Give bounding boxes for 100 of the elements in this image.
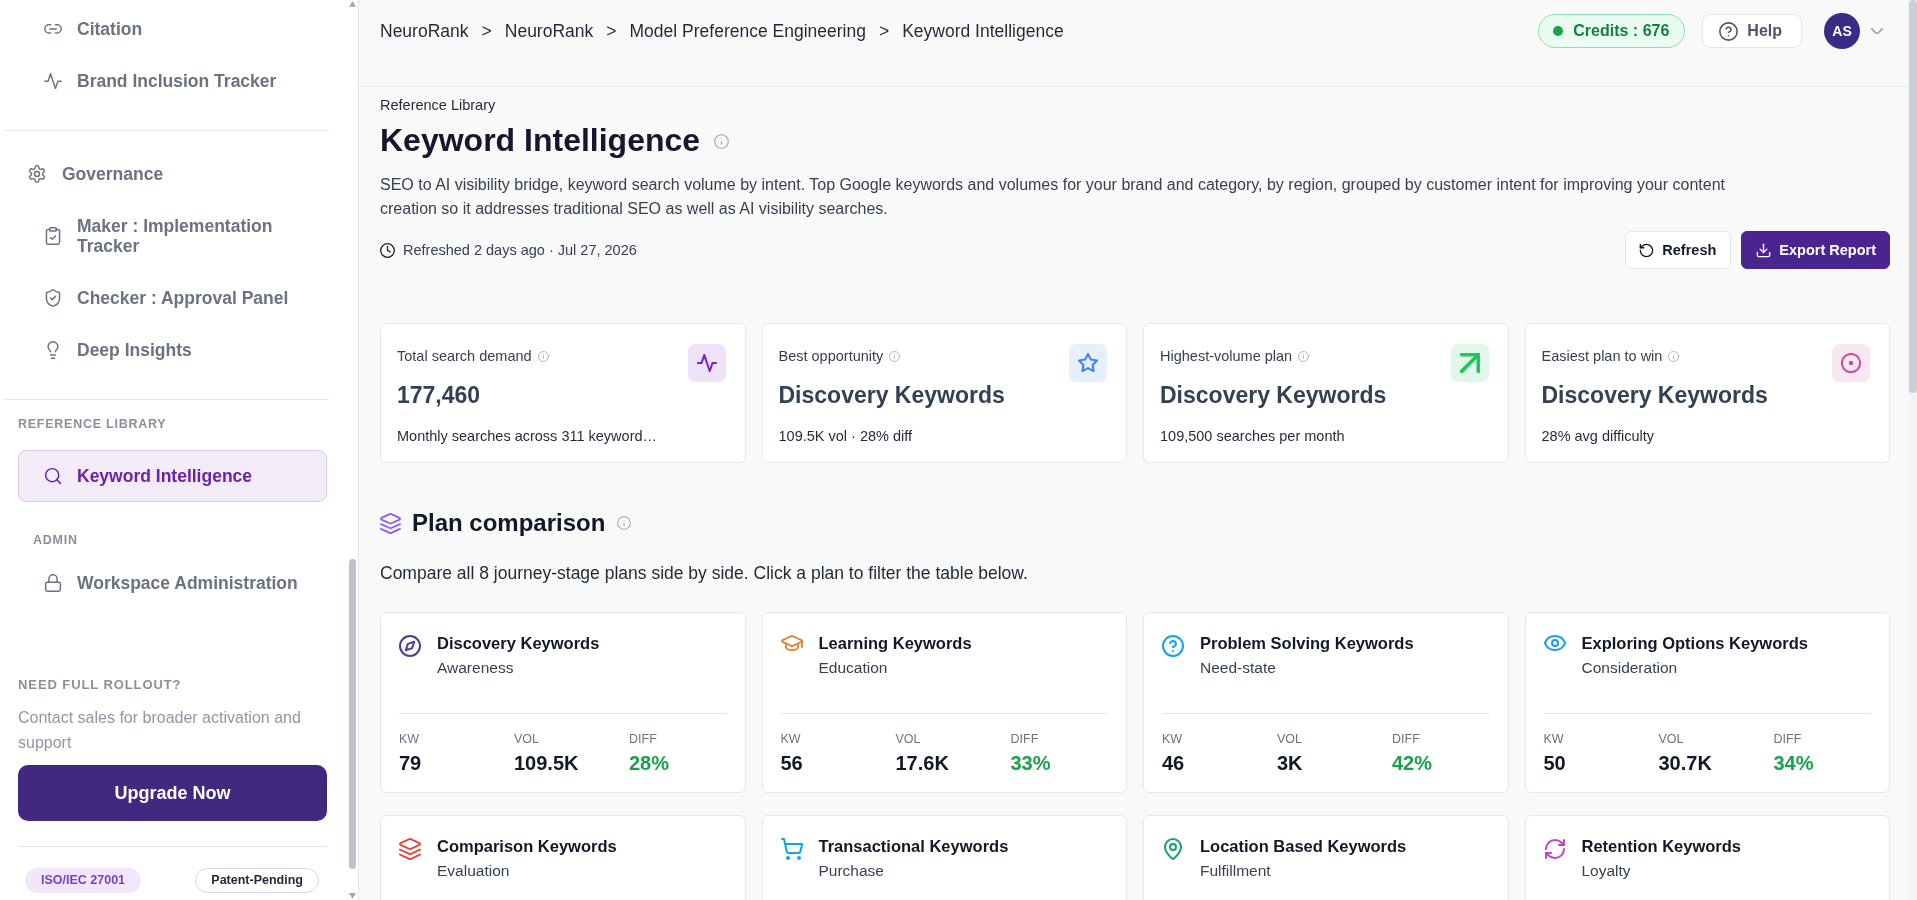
certification-badge: ISO/IEC 27001 [25, 868, 142, 893]
stat-note: 109,500 searches per month [1160, 427, 1346, 445]
nav-item[interactable]: Brand Inclusion Tracker [18, 55, 327, 107]
metric-value: 79 [399, 751, 422, 776]
lock-icon [44, 574, 62, 592]
breadcrumb-separator: > [605, 20, 618, 42]
plan-stage: Evaluation [437, 861, 510, 881]
metric-value: 33% [1010, 751, 1051, 776]
plan-title: Retention Keywords [1581, 836, 1742, 856]
plan-stage: Loyalty [1581, 861, 1631, 881]
metric-value: 42% [1392, 751, 1433, 776]
plan-card[interactable]: Retention Keywords Loyalty [1524, 815, 1890, 900]
nav-item[interactable]: Keyword Intelligence [18, 450, 327, 502]
plan-card[interactable]: Problem Solving Keywords Need-state KW 46 VOL 3K DIFF 42% [1143, 612, 1509, 793]
lightbulb-icon [44, 341, 62, 359]
section-heading: REFERENCE LIBRARY [18, 417, 168, 431]
clipboard-check-icon [44, 227, 62, 245]
stat-note: 109.5K vol · 28% diff [778, 427, 914, 445]
stat-value: 177,460 [397, 381, 482, 410]
settings-icon [28, 165, 46, 183]
stat-note: Monthly searches across 311 keyword… [397, 427, 659, 445]
stat-value: Discovery Keywords [778, 381, 1006, 410]
metric-label: DIFF [1392, 731, 1420, 747]
plan-card[interactable]: Exploring Options Keywords Consideration KW 50 VOL 30.7K DIFF 34% [1524, 612, 1890, 793]
scroll-down-icon[interactable] [349, 893, 356, 899]
plan-title: Transactional Keywords [818, 836, 1009, 856]
nav-item[interactable]: Deep Insights [18, 324, 327, 376]
plan-title: Exploring Options Keywords [1581, 633, 1808, 653]
scrollbar-thumb[interactable] [1908, 0, 1917, 393]
section-title: Plan comparison [412, 508, 606, 538]
promo-text: Contact sales for broader activation and support [18, 708, 302, 753]
pulse-icon [687, 344, 726, 382]
plan-title: Discovery Keywords [437, 633, 600, 653]
plan-title: Learning Keywords [818, 633, 972, 653]
plan-card[interactable]: Discovery Keywords Awareness KW 79 VOL 109.5K DIFF 28% [380, 612, 746, 793]
arrow-up-right-icon [1450, 344, 1489, 382]
scroll-up-icon[interactable] [349, 1, 356, 7]
pulse-icon [44, 72, 62, 90]
metric-value: 46 [1162, 751, 1185, 776]
nav-item[interactable]: Workspace Administration [18, 557, 327, 609]
metric-label: KW [1162, 731, 1183, 747]
plan-stage: Purchase [818, 861, 884, 881]
shield-check-icon [44, 289, 62, 307]
breadcrumb-link[interactable]: Model Preference Engineering [629, 20, 866, 42]
metric-value: 28% [629, 751, 670, 776]
breadcrumb-separator: > [877, 20, 891, 42]
breadcrumb-link[interactable]: NeuroRank [380, 20, 469, 42]
info-icon[interactable] [537, 350, 549, 362]
info-icon[interactable] [1668, 350, 1680, 362]
plan-card[interactable]: Location Based Keywords Fulfillment [1143, 815, 1509, 900]
metric-label: VOL [1658, 731, 1684, 747]
nav-item[interactable]: Checker : Approval Panel [18, 272, 327, 324]
metric-value: 109.5K [514, 751, 579, 776]
layers-icon [380, 512, 401, 534]
search-icon [44, 467, 62, 485]
help-button[interactable]: Help [1702, 14, 1802, 48]
scrollbar-thumb[interactable] [349, 558, 356, 869]
refresh-timestamp: Refreshed 2 days ago · Jul 27, 2026 [403, 242, 637, 258]
nav-group-header[interactable]: Governance [18, 148, 327, 200]
plan-card[interactable]: Comparison Keywords Evaluation [380, 815, 746, 900]
export-button[interactable]: Export Report [1741, 231, 1890, 269]
info-icon[interactable] [617, 516, 632, 530]
nav-item[interactable]: Maker : Implementation Tracker [18, 200, 327, 272]
stat-value: Discovery Keywords [1160, 381, 1388, 410]
stat-label: Total search demand [397, 347, 532, 365]
info-icon[interactable] [714, 134, 730, 149]
info-icon[interactable] [1298, 350, 1310, 362]
plan-card[interactable]: Learning Keywords Education KW 56 VOL 17.6K DIFF 33% [761, 612, 1127, 793]
upgrade-button[interactable]: Upgrade Now [18, 765, 327, 821]
metric-value: 3K [1277, 751, 1303, 776]
plan-stage: Fulfillment [1200, 861, 1271, 881]
section-description: Compare all 8 journey-stage plans side by side. Click a plan to filter the table below. [380, 562, 1029, 584]
plan-title: Location Based Keywords [1200, 836, 1407, 856]
section-heading: ADMIN [32, 533, 79, 547]
chevron-down-icon[interactable] [1871, 27, 1883, 35]
nav-item[interactable]: Citation [18, 3, 327, 55]
plan-stage: Education [818, 658, 888, 678]
plan-card[interactable]: Transactional Keywords Purchase [761, 815, 1127, 900]
link-icon [44, 24, 62, 34]
stat-value: Discovery Keywords [1541, 381, 1769, 410]
metric-label: VOL [1277, 731, 1302, 747]
metric-value: 17.6K [895, 751, 949, 776]
user-avatar[interactable]: AS [1824, 13, 1860, 49]
metric-label: DIFF [1773, 731, 1802, 747]
help-icon [1719, 21, 1739, 41]
breadcrumb-separator: > [480, 20, 493, 42]
clock-icon [380, 242, 395, 258]
plan-stage: Awareness [437, 658, 514, 678]
refresh-button[interactable]: Refresh [1625, 231, 1732, 269]
metric-value: 34% [1773, 751, 1814, 776]
plan-title: Problem Solving Keywords [1200, 633, 1414, 653]
stat-label: Easiest plan to win [1541, 347, 1663, 365]
page-eyebrow: Reference Library [380, 97, 497, 113]
breadcrumb-link[interactable]: NeuroRank [504, 20, 594, 42]
page-description: SEO to AI visibility bridge, keyword search volume by intent. Top Google keywords and volumes for your brand and category, by region, grouped by customer intent for improving your content creation so it addresses traditional SEO as well as AI visibility searches. [380, 175, 1726, 219]
info-icon[interactable] [889, 350, 901, 362]
metric-label: VOL [895, 731, 921, 747]
plan-stage: Need-state [1200, 658, 1276, 678]
download-icon [1756, 242, 1772, 258]
breadcrumb-current: Keyword Intelligence [902, 20, 1064, 42]
